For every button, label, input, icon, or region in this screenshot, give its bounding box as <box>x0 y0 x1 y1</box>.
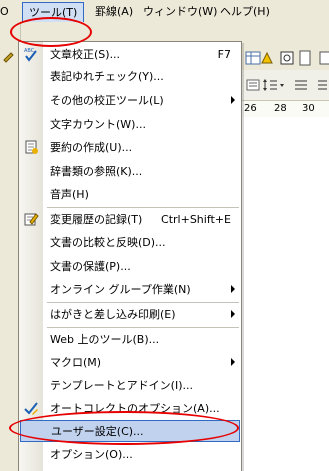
menu-item-label: オプション(O)... <box>50 448 133 461</box>
menu-tools[interactable]: ツール(T) <box>22 2 85 22</box>
toolbar-indent-icon[interactable] <box>312 76 329 94</box>
menu-item-spelling-grammar[interactable]: ABC 文章校正(S)... F7 <box>19 44 241 65</box>
menu-item-label: 辞書類の参照(K)... <box>50 165 143 178</box>
menu-item-dictionary[interactable]: 辞書類の参照(K)... <box>19 161 241 182</box>
menu-item-label: はがきと差し込み印刷(E) <box>50 308 176 321</box>
menu-item-label: ユーザー設定(C)... <box>51 425 144 438</box>
screen: O ツール(T) 罫線(A) ウィンドウ(W) ヘルプ(H) 26 28 30 <box>0 0 329 471</box>
menu-item-shortcut: F7 <box>217 48 231 61</box>
menu-window[interactable]: ウィンドウ(W) <box>143 4 217 20</box>
menu-item-label: オートコレクトのオプション(A)... <box>50 402 220 415</box>
menu-separator <box>47 207 239 208</box>
menu-item-label: 文書の比較と反映(D)... <box>50 236 166 249</box>
menu-help[interactable]: ヘルプ(H) <box>220 4 270 20</box>
ruler-number: 30 <box>302 103 315 114</box>
menu-item-templates-addins[interactable]: テンプレートとアドイン(I)... <box>19 375 241 396</box>
toolbar-grid-icon[interactable] <box>316 49 329 67</box>
toolbar-brush-icon[interactable] <box>1 47 19 65</box>
menu-item-compare-merge[interactable]: 文書の比較と反映(D)... <box>19 232 241 253</box>
menu-item-shortcut: Ctrl+Shift+E <box>161 213 231 226</box>
menu-item-label: 音声(H) <box>50 188 89 201</box>
menu-bar: O ツール(T) 罫線(A) ウィンドウ(W) ヘルプ(H) <box>0 0 329 23</box>
menu-item-macro[interactable]: マクロ(M) <box>19 352 241 373</box>
menu-separator <box>47 327 239 328</box>
ruler: 26 28 30 <box>240 100 329 118</box>
menu-item-label: オンライン グループ作業(N) <box>50 283 191 296</box>
menu-item-label: 文章校正(S)... <box>50 48 121 61</box>
menu-border[interactable]: 罫線(A) <box>95 4 133 20</box>
menu-item-word-count[interactable]: 文字カウント(W)... <box>19 114 241 135</box>
menu-item-customize[interactable]: ユーザー設定(C)... <box>20 420 240 442</box>
menu-item-options[interactable]: オプション(O)... <box>19 444 241 465</box>
menu-item-mail-merge[interactable]: はがきと差し込み印刷(E) <box>19 304 241 325</box>
document-page[interactable] <box>240 117 329 471</box>
menu-item-label: 変更履歴の記録(T) <box>50 213 143 226</box>
toolbar-preview-icon[interactable] <box>278 49 296 67</box>
submenu-arrow-icon <box>231 358 235 366</box>
menu-item-label: 文字カウント(W)... <box>50 118 146 131</box>
menu-item-online-collaboration[interactable]: オンライン グループ作業(N) <box>19 279 241 300</box>
ruler-number: 26 <box>244 103 257 114</box>
submenu-arrow-icon <box>231 285 235 293</box>
menu-fragment-left[interactable]: O <box>0 4 9 20</box>
menu-item-autocorrect-options[interactable]: オートコレクトのオプション(A)... <box>19 398 241 419</box>
menu-item-web-tools[interactable]: Web 上のツール(B)... <box>19 329 241 350</box>
menu-item-speech[interactable]: 音声(H) <box>19 184 241 205</box>
menu-item-label: テンプレートとアドイン(I)... <box>50 379 193 392</box>
menu-item-label: Web 上のツール(B)... <box>50 333 160 346</box>
toolbar-line-spacing-icon[interactable] <box>260 76 286 94</box>
toolbar-sheet-icon[interactable] <box>296 49 314 67</box>
autocorrect-icon <box>23 400 39 416</box>
menu-separator <box>47 302 239 303</box>
toolbar-list2-icon[interactable] <box>292 76 310 94</box>
summary-icon <box>23 139 39 155</box>
menu-item-label: マクロ(M) <box>50 356 102 369</box>
menu-item-other-proofing-tools[interactable]: その他の校正ツール(L) <box>19 90 241 111</box>
menu-item-protect-document[interactable]: 文書の保護(P)... <box>19 256 241 277</box>
menu-item-label: 文書の保護(P)... <box>50 260 131 273</box>
submenu-arrow-icon <box>231 310 235 318</box>
menu-item-label: 表記ゆれチェック(Y)... <box>50 70 164 83</box>
submenu-arrow-icon <box>231 96 235 104</box>
ruler-number: 28 <box>274 103 287 114</box>
toolbar-drawing-icon[interactable] <box>258 49 276 67</box>
menu-item-notation-check[interactable]: 表記ゆれチェック(Y)... <box>19 66 241 87</box>
track-changes-icon <box>23 211 39 227</box>
tools-menu: ABC 文章校正(S)... F7 表記ゆれチェック(Y)... その他の校正ツ… <box>18 41 242 471</box>
abc-check-icon: ABC <box>23 46 39 62</box>
menu-item-autosummarize[interactable]: 要約の作成(U)... <box>19 137 241 158</box>
menu-item-label: 要約の作成(U)... <box>50 141 133 154</box>
menu-item-track-changes[interactable]: 変更履歴の記録(T) Ctrl+Shift+E <box>19 209 241 230</box>
menu-item-label: その他の校正ツール(L) <box>50 94 164 107</box>
